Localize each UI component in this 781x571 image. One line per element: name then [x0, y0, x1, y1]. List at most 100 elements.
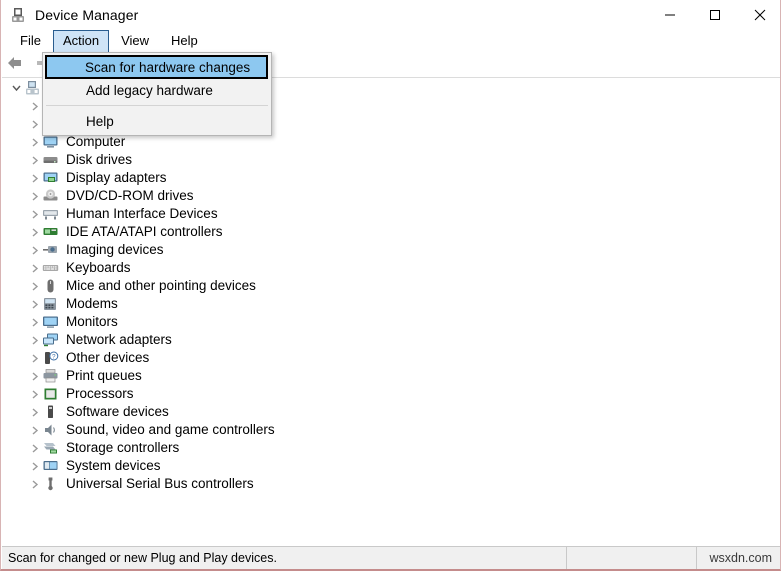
- chevron-right-icon[interactable]: [26, 97, 42, 115]
- tree-item-label: Display adapters: [66, 170, 167, 185]
- tree-item-sound-controllers[interactable]: Sound, video and game controllers: [2, 421, 780, 439]
- tree-item-label: System devices: [66, 458, 161, 473]
- modem-icon: [42, 296, 59, 312]
- menu-file[interactable]: File: [10, 30, 51, 53]
- tree-item-print-queues[interactable]: Print queues: [2, 367, 780, 385]
- tree-item-label: Processors: [66, 386, 134, 401]
- tree-item-label: DVD/CD-ROM drives: [66, 188, 194, 203]
- chevron-right-icon[interactable]: [26, 403, 42, 421]
- chevron-right-icon[interactable]: [26, 169, 42, 187]
- chevron-right-icon[interactable]: [26, 421, 42, 439]
- software-device-icon: [42, 404, 59, 420]
- chevron-right-icon[interactable]: [26, 331, 42, 349]
- tree-item-system-devices[interactable]: System devices: [2, 457, 780, 475]
- tree-item-processors[interactable]: Processors: [2, 385, 780, 403]
- tree-item-other-devices[interactable]: ? Other devices: [2, 349, 780, 367]
- tree-item-label: Software devices: [66, 404, 169, 419]
- tree-item-software-devices[interactable]: Software devices: [2, 403, 780, 421]
- tree-item-label: Keyboards: [66, 260, 131, 275]
- menu-bar: File Action View Help: [1, 29, 780, 53]
- chevron-right-icon[interactable]: [26, 205, 42, 223]
- system-device-icon: [42, 458, 59, 474]
- tree-item-label: Sound, video and game controllers: [66, 422, 275, 437]
- menu-view[interactable]: View: [111, 30, 159, 53]
- tree-item-monitors[interactable]: Monitors: [2, 313, 780, 331]
- sound-controller-icon: [42, 422, 59, 438]
- svg-text:?: ?: [52, 353, 56, 360]
- chevron-right-icon[interactable]: [26, 313, 42, 331]
- back-icon: [6, 55, 24, 76]
- dvd-drive-icon: [42, 188, 59, 204]
- menu-item-help[interactable]: Help: [43, 110, 271, 132]
- chevron-right-icon[interactable]: [26, 223, 42, 241]
- chevron-right-icon[interactable]: [26, 295, 42, 313]
- status-middle-pane: [566, 546, 696, 569]
- ide-controller-icon: [42, 224, 59, 240]
- tree-item-usb-controllers[interactable]: Universal Serial Bus controllers: [2, 475, 780, 493]
- tree-item-mice[interactable]: Mice and other pointing devices: [2, 277, 780, 295]
- chevron-right-icon[interactable]: [26, 277, 42, 295]
- chevron-right-icon[interactable]: [26, 115, 42, 133]
- tree-item-display-adapters[interactable]: Display adapters: [2, 169, 780, 187]
- tree-item-storage-controllers[interactable]: Storage controllers: [2, 439, 780, 457]
- title-bar: Device Manager: [1, 0, 780, 29]
- computer-icon: [42, 134, 59, 150]
- tree-item-network-adapters[interactable]: Network adapters: [2, 331, 780, 349]
- hid-icon: [42, 206, 59, 222]
- chevron-right-icon[interactable]: [26, 367, 42, 385]
- chevron-right-icon[interactable]: [26, 439, 42, 457]
- window-title: Device Manager: [35, 6, 139, 23]
- device-tree[interactable]: Batteries Bluetooth: [2, 78, 780, 540]
- tree-item-modems[interactable]: Modems: [2, 295, 780, 313]
- chevron-right-icon[interactable]: [26, 385, 42, 403]
- display-adapter-icon: [42, 170, 59, 186]
- tree-item-keyboards[interactable]: Keyboards: [2, 259, 780, 277]
- maximize-button[interactable]: [692, 0, 737, 29]
- other-device-icon: ?: [42, 350, 59, 366]
- menu-help[interactable]: Help: [161, 30, 208, 53]
- close-button[interactable]: [737, 0, 780, 29]
- tree-item-imaging-devices[interactable]: Imaging devices: [2, 241, 780, 259]
- chevron-right-icon[interactable]: [26, 133, 42, 151]
- chevron-right-icon[interactable]: [26, 187, 42, 205]
- tree-item-label: Universal Serial Bus controllers: [66, 476, 254, 491]
- tree-item-hid[interactable]: Human Interface Devices: [2, 205, 780, 223]
- tree-item-label: Mice and other pointing devices: [66, 278, 256, 293]
- chevron-right-icon[interactable]: [26, 241, 42, 259]
- chevron-down-icon[interactable]: [8, 79, 24, 97]
- computer-root-icon: [24, 80, 41, 96]
- chevron-right-icon[interactable]: [26, 151, 42, 169]
- tree-item-label: Modems: [66, 296, 118, 311]
- chevron-right-icon[interactable]: [26, 259, 42, 277]
- tree-item-dvd-drives[interactable]: DVD/CD-ROM drives: [2, 187, 780, 205]
- menu-item-add-legacy-hardware[interactable]: Add legacy hardware: [43, 79, 271, 101]
- tree-item-label: Print queues: [66, 368, 142, 383]
- chevron-right-icon[interactable]: [26, 475, 42, 493]
- tree-item-disk-drives[interactable]: Disk drives: [2, 151, 780, 169]
- storage-controller-icon: [42, 440, 59, 456]
- network-adapter-icon: [42, 332, 59, 348]
- tree-item-ide-controllers[interactable]: IDE ATA/ATAPI controllers: [2, 223, 780, 241]
- action-menu-dropdown[interactable]: Scan for hardware changes Add legacy har…: [42, 52, 272, 136]
- chevron-right-icon[interactable]: [26, 349, 42, 367]
- imaging-device-icon: [42, 242, 59, 258]
- menu-separator: [46, 105, 268, 106]
- disk-drive-icon: [42, 152, 59, 168]
- tree-item-label: Network adapters: [66, 332, 172, 347]
- monitor-icon: [42, 314, 59, 330]
- tree-item-label: Imaging devices: [66, 242, 164, 257]
- device-manager-icon: [9, 6, 27, 24]
- minimize-button[interactable]: [647, 0, 692, 29]
- menu-item-scan-for-hardware-changes[interactable]: Scan for hardware changes: [45, 55, 268, 79]
- tree-item-label: Storage controllers: [66, 440, 180, 455]
- watermark: wsxdn.com: [696, 546, 780, 569]
- keyboard-icon: [42, 260, 59, 276]
- back-button[interactable]: [2, 54, 28, 77]
- chevron-right-icon[interactable]: [26, 457, 42, 475]
- printer-icon: [42, 368, 59, 384]
- device-manager-window: Device Manager File Action View Help Com…: [0, 0, 781, 571]
- tree-item-label: Disk drives: [66, 152, 133, 167]
- tree-item-label: Computer: [66, 134, 126, 149]
- menu-action[interactable]: Action: [52, 29, 110, 53]
- tree-item-label: Other devices: [66, 350, 150, 365]
